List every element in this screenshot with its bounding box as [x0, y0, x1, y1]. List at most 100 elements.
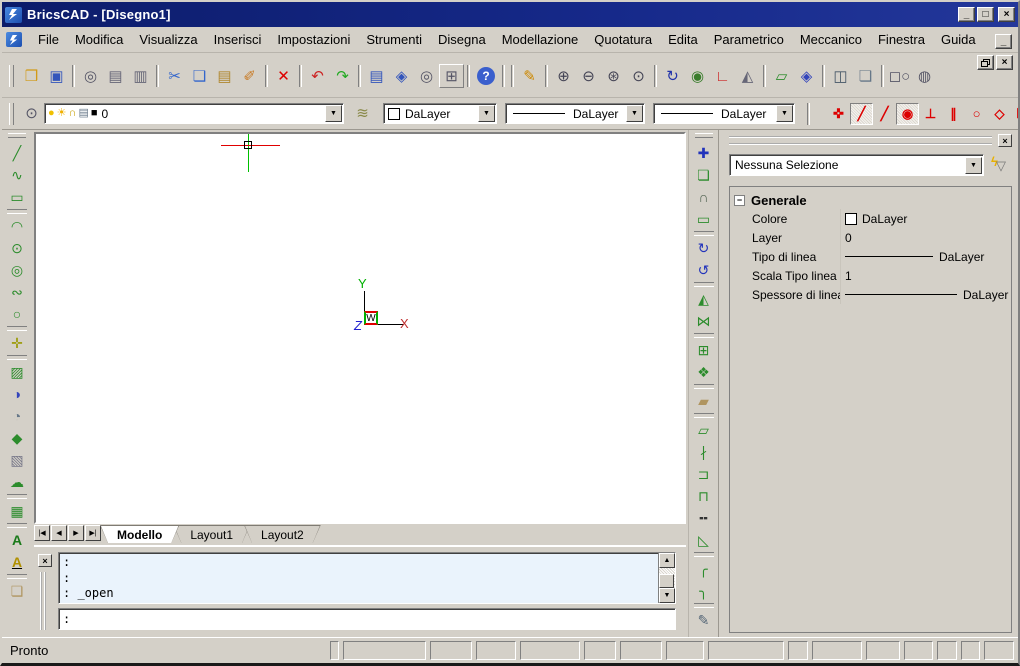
mtext-icon[interactable]: A [5, 529, 29, 551]
property-row[interactable]: Layer 0 [732, 228, 1009, 247]
arc-icon[interactable]: ◠ [5, 215, 29, 237]
properties-icon[interactable]: ▤ [364, 64, 389, 88]
move-icon[interactable]: ✚ [692, 142, 716, 164]
spline-icon[interactable]: ∾ [5, 281, 29, 303]
trim-icon[interactable]: ∤ [692, 441, 716, 463]
scroll-down-icon[interactable]: ▼ [659, 588, 675, 603]
gradient-icon[interactable]: ◑ [5, 383, 29, 405]
zoom-window-icon[interactable]: ⊙ [626, 64, 651, 88]
status-panel[interactable] [666, 641, 704, 660]
chevron-down-icon[interactable]: ▼ [325, 105, 342, 122]
chevron-down-icon[interactable]: ▼ [965, 157, 982, 174]
status-panel[interactable] [937, 641, 957, 660]
rectangle-icon[interactable]: ▭ [5, 186, 29, 208]
region-icon[interactable]: ◆ [5, 427, 29, 449]
match-props-icon[interactable]: ✎ [692, 609, 716, 631]
selection-combo[interactable]: Nessuna Selezione ▼ [729, 154, 984, 176]
minimize-button[interactable]: _ [958, 7, 975, 22]
zoom-out-icon[interactable]: ⊖ [576, 64, 601, 88]
menu-item[interactable]: File [30, 29, 67, 50]
explode-icon[interactable]: ▰ [692, 390, 716, 412]
save-icon[interactable]: ▣ [44, 64, 69, 88]
layer-explorer-icon[interactable]: ⊙ [19, 102, 44, 126]
menu-item[interactable]: Inserisci [206, 29, 270, 50]
layer-combo[interactable]: ● ☀ ∩ ▤ ■ 0 ▼ [44, 103, 344, 124]
menu-item[interactable]: Modellazione [494, 29, 587, 50]
tab-prev-button[interactable]: ◀ [51, 525, 67, 541]
snap-endpoint-icon[interactable]: ╱ [850, 103, 873, 125]
tab-next-button[interactable]: ▶ [68, 525, 84, 541]
menu-item[interactable]: Disegna [430, 29, 494, 50]
text-icon[interactable]: A [5, 551, 29, 573]
status-panel[interactable] [788, 641, 808, 660]
delete-icon[interactable]: ✕ [271, 64, 296, 88]
toolbar-grip[interactable] [695, 133, 713, 138]
undo-icon[interactable]: ↶ [305, 64, 330, 88]
property-row[interactable]: Tipo di linea DaLayer [732, 247, 1009, 266]
new-view-icon[interactable]: ❏ [853, 64, 878, 88]
stretch-icon[interactable]: ▱ [692, 419, 716, 441]
toolbar-grip[interactable] [9, 103, 14, 125]
layers-icon[interactable]: ≋ [350, 102, 375, 126]
options-icon[interactable]: ⊞ [439, 64, 464, 88]
zoom-extents-icon[interactable]: ⊛ [601, 64, 626, 88]
snap-tangent-icon[interactable]: ○ [965, 103, 988, 125]
print-icon[interactable]: ▤ [103, 64, 128, 88]
look-from-icon[interactable]: ◉ [685, 64, 710, 88]
property-row[interactable]: Colore DaLayer [732, 209, 1009, 228]
lineweight-combo[interactable]: DaLayer ▼ [653, 103, 795, 124]
copy-entities-icon[interactable]: ❏ [692, 164, 716, 186]
ellipse-icon[interactable]: ○ [5, 303, 29, 325]
status-panel[interactable] [520, 641, 580, 660]
rotate-3d-icon[interactable]: ↺ [692, 259, 716, 281]
tile-windows-icon[interactable]: ◫ [828, 64, 853, 88]
status-panel[interactable] [343, 641, 426, 660]
menu-item[interactable]: Strumenti [358, 29, 430, 50]
menu-item[interactable]: Impostazioni [269, 29, 358, 50]
snap-quadrant-icon[interactable]: ◇ [988, 103, 1011, 125]
menu-item[interactable]: Parametrico [706, 29, 792, 50]
snap-midpoint-icon[interactable]: ╱ [873, 103, 896, 125]
close-button[interactable]: × [998, 7, 1015, 22]
zoom-in-icon[interactable]: ⊕ [551, 64, 576, 88]
menu-item[interactable]: Meccanico [792, 29, 870, 50]
insert-block-icon[interactable]: ❏ [5, 580, 29, 602]
mdi-minimize-button[interactable]: _ [995, 34, 1012, 49]
drawing-explorer-icon[interactable]: ◈ [389, 64, 414, 88]
print-preview-icon[interactable]: ◎ [78, 64, 103, 88]
panel-drag-handle[interactable] [729, 136, 992, 145]
cut-icon[interactable]: ✂ [162, 64, 187, 88]
rotate-icon[interactable]: ↻ [692, 237, 716, 259]
mirror-3d-icon[interactable]: ⋈ [692, 310, 716, 332]
properties-close-button[interactable]: × [998, 134, 1012, 147]
circle-icon[interactable]: ⊙ [5, 237, 29, 259]
render-icon[interactable]: ◈ [794, 64, 819, 88]
offset-icon[interactable]: ▭ [692, 208, 716, 230]
menu-item[interactable]: Guida [933, 29, 984, 50]
filter-button[interactable]: ϟ ▽ [988, 154, 1012, 176]
section-header-generale[interactable]: − Generale [732, 191, 1009, 209]
scrollbar-thumb[interactable] [659, 574, 674, 588]
copy-icon[interactable]: ❏ [187, 64, 212, 88]
line-icon[interactable]: ╱ [5, 142, 29, 164]
group-icon[interactable]: ◻○ [887, 64, 912, 88]
status-panel[interactable] [620, 641, 662, 660]
chamfer-icon[interactable]: ◺ [692, 529, 716, 551]
toolbar-grip[interactable] [8, 133, 26, 138]
menu-item[interactable]: Edita [660, 29, 706, 50]
drawing-canvas[interactable]: Y X Z W [34, 132, 686, 524]
property-row[interactable]: Scala Tipo linea 1 [732, 266, 1009, 285]
toolbar-grip[interactable] [9, 65, 14, 87]
publish-icon[interactable]: ▥ [128, 64, 153, 88]
property-row[interactable]: Spessore di linea DaLayer [732, 285, 1009, 304]
chevron-down-icon[interactable]: ▼ [478, 105, 495, 122]
command-grip[interactable] [40, 572, 46, 630]
find-icon[interactable]: ◎ [414, 64, 439, 88]
status-panel[interactable] [708, 641, 784, 660]
hatch-icon[interactable]: ▨ [5, 361, 29, 383]
break-at-point-icon[interactable]: ╍ [692, 507, 716, 529]
point-icon[interactable]: ✛ [5, 332, 29, 354]
mdi-restore-button[interactable] [977, 55, 994, 70]
solids-icon[interactable]: ◍ [912, 64, 937, 88]
linetype-combo[interactable]: DaLayer ▼ [505, 103, 645, 124]
